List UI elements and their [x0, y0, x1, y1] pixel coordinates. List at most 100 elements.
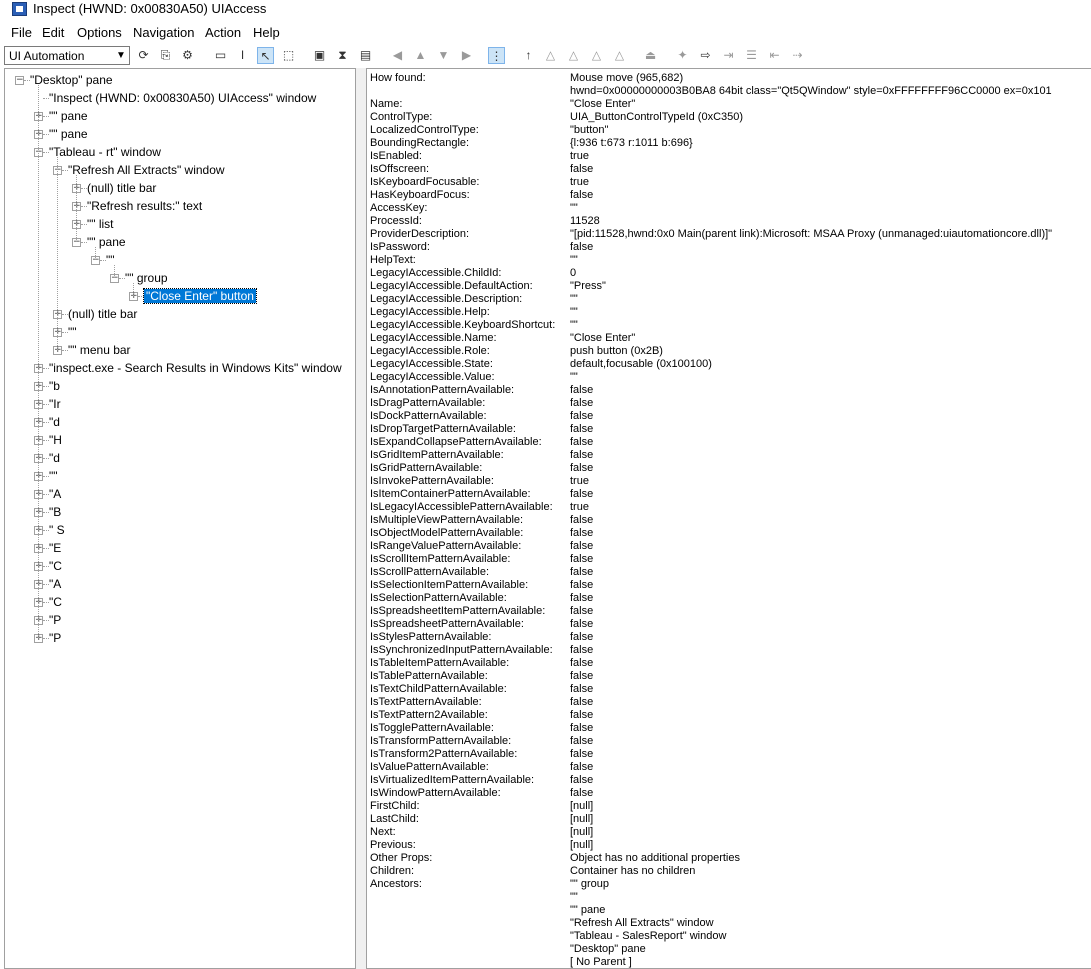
tree-item[interactable]: "Desktop" pane	[30, 73, 113, 87]
tree-item[interactable]: "C	[49, 595, 62, 609]
menu-file[interactable]: File	[11, 25, 32, 40]
tree-item[interactable]: " S	[49, 523, 65, 537]
tree-item[interactable]: "inspect.exe - Search Results in Windows…	[49, 361, 342, 375]
tree-item[interactable]: "P	[49, 613, 61, 627]
menu-help[interactable]: Help	[253, 25, 280, 40]
action-scroll-icon[interactable]: ⇢	[789, 47, 806, 64]
last-child-icon[interactable]: △	[611, 47, 628, 64]
watch-caret-icon[interactable]: I	[234, 47, 251, 64]
tree-item[interactable]: "d	[49, 415, 60, 429]
property-value: false	[570, 514, 594, 526]
tree-item[interactable]: (null) title bar	[68, 307, 137, 321]
tree-item[interactable]: "" pane	[87, 235, 126, 249]
navigate-parent-icon[interactable]: ↑	[520, 47, 537, 64]
arrow-up-icon[interactable]: ▲	[412, 47, 429, 64]
property-value: false	[570, 488, 594, 500]
tree-item[interactable]: "H	[49, 433, 62, 447]
property-name: IsTogglePatternAvailable:	[370, 722, 494, 734]
property-name: IsWindowPatternAvailable:	[370, 787, 501, 799]
tree-item[interactable]: "" list	[87, 217, 114, 231]
previous-sibling-icon[interactable]: △	[588, 47, 605, 64]
tree-item[interactable]: "Close Enter" button	[143, 288, 257, 304]
tree-item[interactable]: "A	[49, 577, 61, 591]
arrow-left-icon[interactable]: ◀	[389, 47, 406, 64]
property-value: "Refresh All Extracts" window	[570, 917, 714, 929]
property-value: false	[570, 605, 594, 617]
tree-item[interactable]: "d	[49, 451, 60, 465]
tree-item[interactable]: "" pane	[49, 109, 88, 123]
property-value: false	[570, 384, 594, 396]
tree-view-icon[interactable]: ⋮	[488, 47, 505, 64]
property-value: false	[570, 566, 594, 578]
property-value: UIA_ButtonControlTypeId (0xC350)	[570, 111, 744, 123]
tree-item[interactable]: "B	[49, 505, 61, 519]
tree-guide	[95, 247, 96, 260]
next-sibling-icon[interactable]: △	[565, 47, 582, 64]
property-name: Children:	[370, 865, 415, 877]
action-select-icon[interactable]: ⇥	[720, 47, 737, 64]
highlight-rectangle-icon[interactable]: ▣	[311, 47, 328, 64]
tree-item[interactable]: "" pane	[49, 127, 88, 141]
tree-item[interactable]: "C	[49, 559, 62, 573]
first-child-icon[interactable]: △	[542, 47, 559, 64]
arrow-down-icon[interactable]: ▼	[435, 47, 452, 64]
chevron-down-icon[interactable]: ▼	[113, 47, 129, 64]
tree-item[interactable]: "b	[49, 379, 60, 393]
property-value: false	[570, 423, 594, 435]
tree-item[interactable]: "Tableau - rt" window	[49, 145, 161, 159]
action-toggle-icon[interactable]: ⇤	[766, 47, 783, 64]
property-name: IsTransformPatternAvailable:	[370, 735, 512, 747]
property-name: HasKeyboardFocus:	[370, 189, 470, 201]
menu-action[interactable]: Action	[205, 25, 241, 40]
tree-item[interactable]: "" menu bar	[68, 343, 131, 357]
mode-select[interactable]: UI Automation ▼	[4, 46, 130, 65]
property-value: false	[570, 163, 594, 175]
property-name: IsOffscreen:	[370, 163, 430, 175]
action-do-default-icon[interactable]: ✦	[674, 47, 691, 64]
tree-item[interactable]: "E	[49, 541, 61, 555]
properties-icon[interactable]: ⚙	[179, 47, 196, 64]
property-value: false	[570, 683, 594, 695]
watch-focus-icon[interactable]: ▭	[212, 47, 229, 64]
tree-item[interactable]: "" group	[125, 271, 168, 285]
tree-item[interactable]: "Inspect (HWND: 0x00830A50) UIAccess" wi…	[49, 91, 316, 105]
tree-item[interactable]: "Refresh All Extracts" window	[68, 163, 225, 177]
menu-navigation[interactable]: Navigation	[133, 25, 194, 40]
element-tree[interactable]: − "Desktop" pane "Inspect (HWND: 0x00830A5…	[4, 68, 356, 969]
show-info-tooltip-icon[interactable]: ▤	[357, 47, 374, 64]
property-name: LegacyIAccessible.ChildId:	[370, 267, 502, 279]
arrow-right-icon[interactable]: ▶	[458, 47, 475, 64]
tree-item[interactable]: ""	[68, 325, 77, 339]
property-name: LegacyIAccessible.Name:	[370, 332, 497, 344]
collapse-icon[interactable]: −	[15, 76, 24, 85]
action-invoke-icon[interactable]: ⇨	[697, 47, 714, 64]
tree-item[interactable]: (null) title bar	[87, 181, 156, 195]
watch-tooltip-icon[interactable]: ⬚	[280, 47, 297, 64]
hourglass-icon[interactable]: ⧗	[334, 47, 351, 64]
property-name: LegacyIAccessible.Description:	[370, 293, 523, 305]
property-value: push button (0x2B)	[570, 345, 663, 357]
tree-item[interactable]: "A	[49, 487, 61, 501]
property-name: IsMultipleViewPatternAvailable:	[370, 514, 524, 526]
menu-options[interactable]: Options	[77, 25, 122, 40]
tree-item[interactable]: ""	[49, 469, 58, 483]
tree-item[interactable]: "P	[49, 631, 61, 645]
property-value: Mouse move (965,682)	[570, 72, 684, 84]
property-value: "" pane	[570, 904, 606, 916]
tree-item[interactable]: "Ir	[49, 397, 61, 411]
root-icon[interactable]: ⏏	[642, 47, 659, 64]
copy-icon[interactable]: ⎘	[157, 47, 174, 64]
property-name: IsPassword:	[370, 241, 430, 253]
tree-item[interactable]: "Refresh results:" text	[87, 199, 202, 213]
properties-pane[interactable]: How found: Mouse move (965,682) hwnd=0x000…	[366, 68, 1091, 969]
property-value: hwnd=0x00000000003B0BA8 64bit class="Qt5…	[570, 85, 1052, 97]
splitter[interactable]	[356, 68, 366, 969]
watch-cursor-icon[interactable]: ↖	[257, 47, 274, 64]
property-value: ""	[570, 254, 578, 266]
property-name: Previous:	[370, 839, 416, 851]
property-name: LegacyIAccessible.Help:	[370, 306, 490, 318]
refresh-icon[interactable]: ⟳	[135, 47, 152, 64]
property-value: false	[570, 631, 594, 643]
menu-edit[interactable]: Edit	[42, 25, 64, 40]
action-list-icon[interactable]: ☰	[743, 47, 760, 64]
